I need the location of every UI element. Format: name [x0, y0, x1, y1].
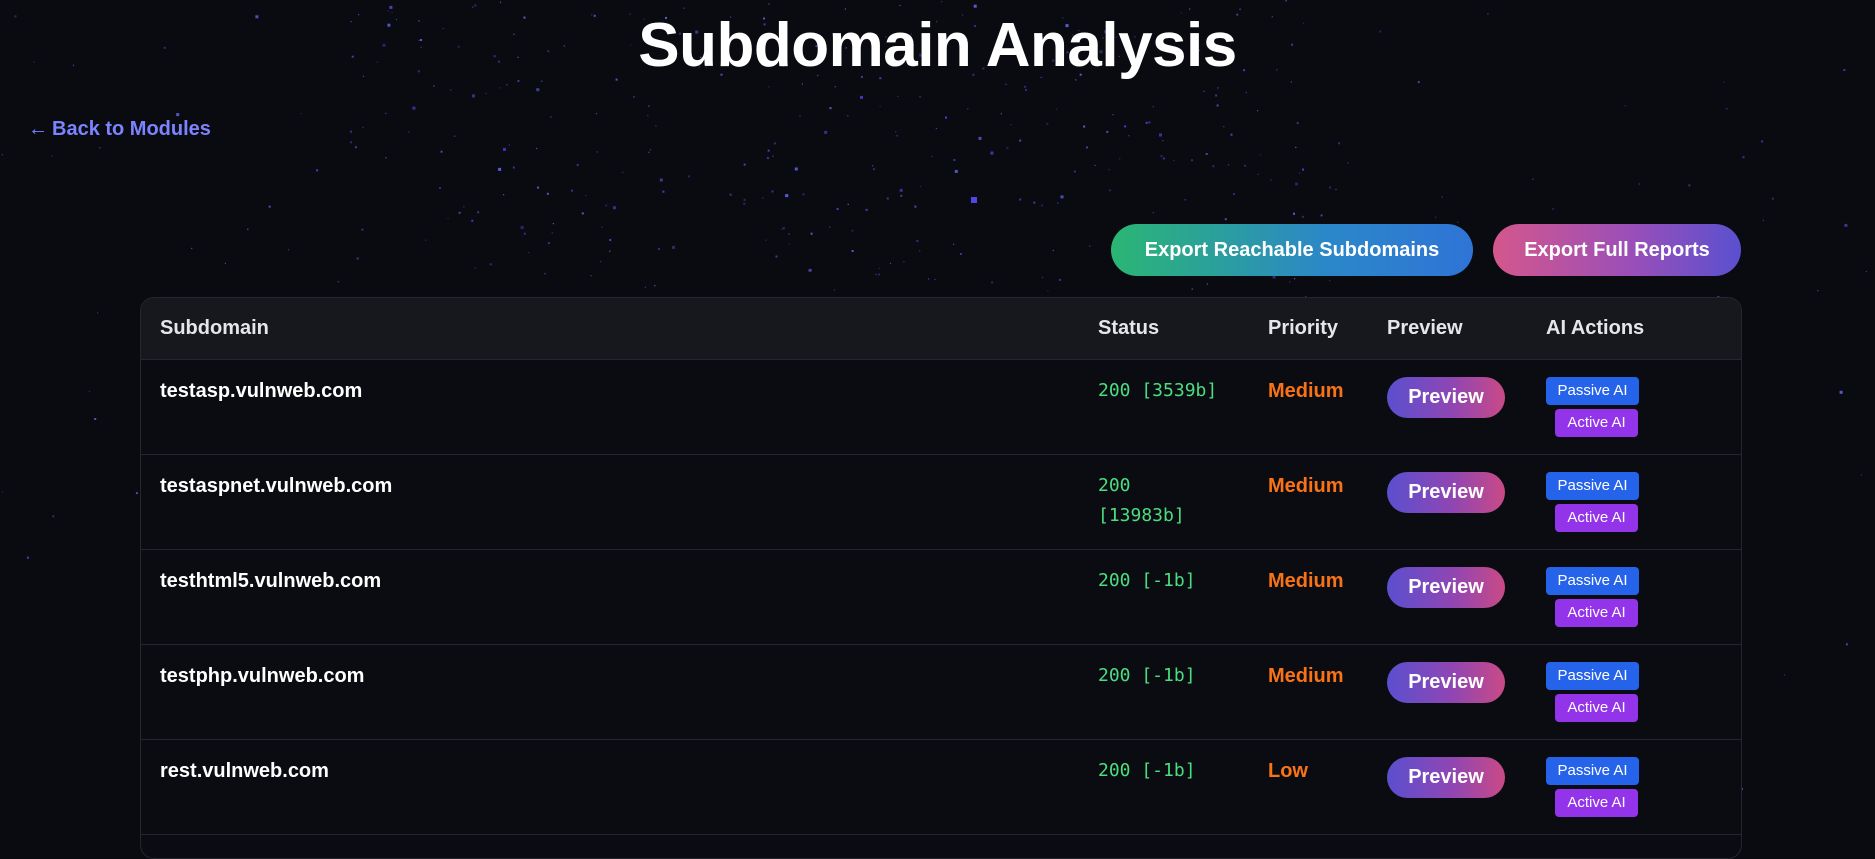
table-row: testasp.vulnweb.com 200 [3539b] Medium P…	[141, 359, 1741, 454]
active-ai-button[interactable]: Active AI	[1555, 788, 1638, 817]
status-text: 200 [13983b]	[1098, 474, 1185, 526]
active-ai-button[interactable]: Active AI	[1555, 598, 1638, 627]
preview-cell: Preview	[1368, 739, 1527, 834]
column-header-status: Status	[1079, 298, 1249, 360]
column-header-ai-actions: AI Actions	[1527, 298, 1741, 360]
back-to-modules-link[interactable]: ← Back to Modules	[28, 118, 211, 141]
subdomain-cell: testhtml5.vulnweb.com	[160, 569, 382, 592]
passive-ai-button[interactable]: Passive AI	[1546, 756, 1639, 785]
passive-ai-button[interactable]: Passive AI	[1546, 566, 1639, 595]
export-toolbar: Export Reachable Subdomains Export Full …	[1111, 224, 1741, 276]
subdomain-table: Subdomain Status Priority Preview AI Act…	[141, 298, 1741, 835]
ai-actions-cell: Passive AI Active AI	[1527, 454, 1741, 549]
ai-actions-cell: Passive AI Active AI	[1527, 359, 1741, 454]
passive-ai-button[interactable]: Passive AI	[1546, 376, 1639, 405]
page-title: Subdomain Analysis	[638, 11, 1237, 80]
export-reachable-subdomains-button[interactable]: Export Reachable Subdomains	[1111, 224, 1473, 276]
status-cell: 200 [-1b]	[1098, 759, 1196, 781]
priority-cell: Low	[1268, 759, 1308, 782]
preview-button[interactable]: Preview	[1387, 661, 1505, 703]
column-header-preview: Preview	[1368, 298, 1527, 360]
priority-cell: Medium	[1268, 664, 1344, 687]
priority-cell: Medium	[1268, 474, 1344, 497]
subdomain-cell: rest.vulnweb.com	[160, 759, 329, 782]
preview-button[interactable]: Preview	[1387, 566, 1505, 608]
subdomain-cell: testaspnet.vulnweb.com	[160, 474, 393, 497]
priority-cell: Medium	[1268, 569, 1344, 592]
table-row: testaspnet.vulnweb.com 200 [13983b] Medi…	[141, 454, 1741, 549]
preview-button[interactable]: Preview	[1387, 376, 1505, 418]
back-link-label: Back to Modules	[52, 118, 211, 140]
ai-actions-cell: Passive AI Active AI	[1527, 739, 1741, 834]
status-cell: 200 [-1b]	[1098, 569, 1196, 591]
active-ai-button[interactable]: Active AI	[1555, 693, 1638, 722]
status-cell: 200 [3539b]	[1098, 379, 1218, 401]
table-header-row: Subdomain Status Priority Preview AI Act…	[141, 298, 1741, 360]
preview-cell: Preview	[1368, 644, 1527, 739]
subdomain-cell: testphp.vulnweb.com	[160, 664, 365, 687]
preview-cell: Preview	[1368, 359, 1527, 454]
passive-ai-button[interactable]: Passive AI	[1546, 661, 1639, 690]
ai-actions-cell: Passive AI Active AI	[1527, 644, 1741, 739]
status-cell: 200 [-1b]	[1098, 664, 1196, 686]
status-cell: 200 [13983b]	[1079, 454, 1249, 549]
table-row: testphp.vulnweb.com 200 [-1b] Medium Pre…	[141, 644, 1741, 739]
subdomain-table-container: Subdomain Status Priority Preview AI Act…	[140, 297, 1742, 859]
passive-ai-button[interactable]: Passive AI	[1546, 471, 1639, 500]
table-row: rest.vulnweb.com 200 [-1b] Low Preview P…	[141, 739, 1741, 834]
export-full-reports-button[interactable]: Export Full Reports	[1493, 224, 1741, 276]
preview-button[interactable]: Preview	[1387, 756, 1505, 798]
table-row: testhtml5.vulnweb.com 200 [-1b] Medium P…	[141, 549, 1741, 644]
preview-button[interactable]: Preview	[1387, 471, 1505, 513]
ai-actions-cell: Passive AI Active AI	[1527, 549, 1741, 644]
column-header-priority: Priority	[1249, 298, 1368, 360]
active-ai-button[interactable]: Active AI	[1555, 408, 1638, 437]
column-header-subdomain: Subdomain	[141, 298, 1079, 360]
subdomain-cell: testasp.vulnweb.com	[160, 379, 363, 402]
priority-cell: Medium	[1268, 379, 1344, 402]
preview-cell: Preview	[1368, 549, 1527, 644]
active-ai-button[interactable]: Active AI	[1555, 503, 1638, 532]
back-arrow-icon: ←	[28, 118, 48, 140]
preview-cell: Preview	[1368, 454, 1527, 549]
